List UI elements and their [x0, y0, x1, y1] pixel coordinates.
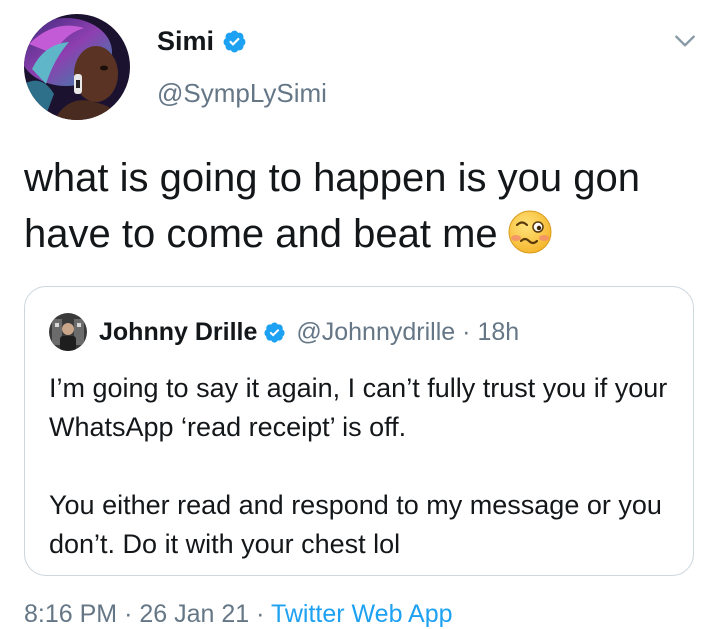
tweet-source-app[interactable]: Twitter Web App [271, 600, 453, 628]
tweet-text: what is going to happen is you gon have … [24, 150, 704, 262]
quoted-paragraph: You either read and respond to my messag… [49, 490, 662, 559]
tweet-date[interactable]: 26 Jan 21 [139, 600, 249, 628]
woozy-face-emoji [508, 210, 552, 254]
quoted-tweet-card[interactable]: Johnny Drille @Johnnydrille · 18h I’m go… [24, 286, 694, 576]
quoted-author-name: Johnny Drille [99, 317, 258, 346]
quoted-author-avatar [49, 313, 87, 351]
verified-badge-icon [223, 30, 246, 53]
author-name[interactable]: Simi [157, 26, 214, 57]
tweet-meta: 8:16 PM · 26 Jan 21 · Twitter Web App [24, 600, 453, 629]
meta-separator: · [124, 600, 133, 628]
author-name-row[interactable]: Simi [157, 26, 247, 57]
quoted-separator: · [462, 317, 471, 346]
verified-badge-icon [264, 321, 285, 343]
author-avatar[interactable] [24, 14, 130, 120]
quoted-tweet-body: I’m going to say it again, I can’t fully… [49, 369, 679, 564]
quoted-author-handle: @Johnnydrille [296, 317, 456, 346]
quoted-paragraph: I’m going to say it again, I can’t fully… [49, 373, 668, 442]
author-handle[interactable]: @SympLySimi [157, 78, 327, 109]
meta-separator: · [256, 600, 265, 628]
quoted-tweet-header: Johnny Drille @Johnnydrille · 18h [49, 313, 519, 351]
chevron-down-icon[interactable] [672, 28, 698, 54]
quoted-timestamp: 18h [477, 317, 520, 346]
tweet-time[interactable]: 8:16 PM [24, 600, 117, 628]
